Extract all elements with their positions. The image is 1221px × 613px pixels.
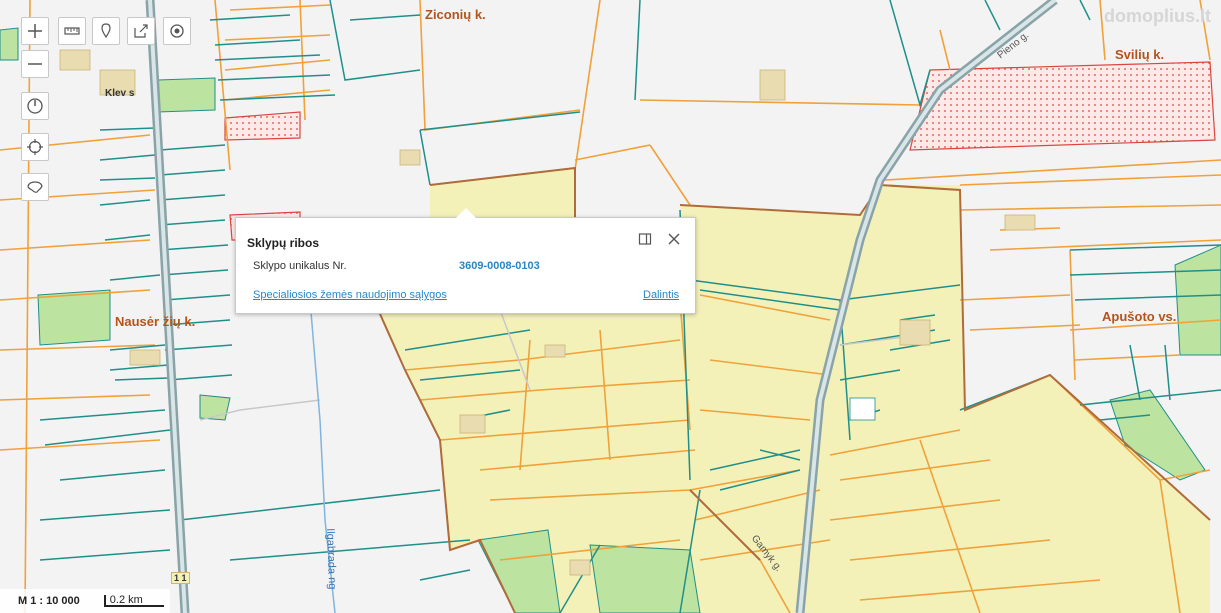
scale-bar: 0.2 km xyxy=(103,594,164,607)
street-label-klev: Klev s xyxy=(105,88,135,99)
export-icon xyxy=(134,24,148,38)
scale-ratio: M 1 : 10 000 xyxy=(18,595,80,607)
popup-pointer xyxy=(456,208,476,218)
parcel-id-value[interactable]: 3609-0008-0103 xyxy=(459,260,540,272)
watermark: domoplius.lt xyxy=(1104,6,1211,26)
minus-icon xyxy=(28,63,42,65)
place-label-sviliu: Svilių k. xyxy=(1115,47,1165,62)
locate-button[interactable] xyxy=(163,17,191,45)
parcel-info-popup: Sklypų ribos Sklypo unikalus Nr. 3609-00… xyxy=(235,208,696,314)
scale-bar-label: 0.2 km xyxy=(109,594,143,606)
compass-icon xyxy=(27,98,43,114)
close-icon xyxy=(668,233,680,245)
ruler-icon xyxy=(64,27,80,35)
plus-icon xyxy=(28,24,42,38)
popup-title: Sklypų ribos xyxy=(247,236,320,250)
export-button[interactable] xyxy=(127,17,155,45)
compass-button[interactable] xyxy=(21,92,49,120)
close-button[interactable] xyxy=(665,230,683,248)
lithuania-outline-icon xyxy=(27,181,43,193)
place-label-apusoto: Apušoto vs. xyxy=(1102,309,1177,324)
marker-button[interactable] xyxy=(92,17,120,45)
special-conditions-link[interactable]: Specialiosios žemės naudojimo sąlygos xyxy=(253,289,447,301)
parcel-id-label: Sklypo unikalus Nr. xyxy=(253,260,347,272)
expand-button[interactable] xyxy=(636,230,654,248)
measure-button[interactable] xyxy=(58,17,86,45)
map-scale: M 1 : 10 000 0.2 km xyxy=(0,589,170,613)
crosshair-icon xyxy=(27,139,43,155)
zoom-out-button[interactable] xyxy=(21,50,49,78)
road-number-badge: 1 1 xyxy=(171,572,190,584)
target-icon xyxy=(170,24,184,38)
share-link[interactable]: Dalintis xyxy=(643,289,679,301)
zoom-in-button[interactable] xyxy=(21,17,49,45)
place-label-ziconiu: Ziconių k. xyxy=(425,7,486,22)
pin-icon xyxy=(101,23,111,39)
place-label-nauseriu: Nausėr žių k. xyxy=(115,314,196,329)
stream-label-ilgabrada: Ilgabrada ng xyxy=(324,528,339,590)
expand-icon xyxy=(638,233,652,245)
region-button[interactable] xyxy=(21,173,49,201)
gps-button[interactable] xyxy=(21,133,49,161)
